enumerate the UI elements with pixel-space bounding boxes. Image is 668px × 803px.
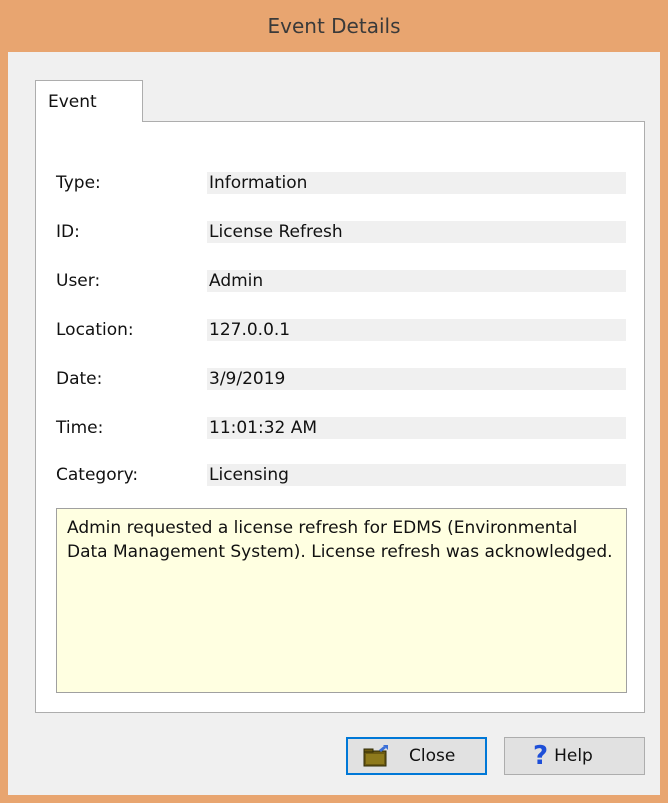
user-label: User:: [56, 271, 101, 291]
category-label: Category:: [56, 465, 139, 485]
field-row-id: ID: License Refresh: [36, 220, 644, 244]
field-row-type: Type: Information: [36, 171, 644, 195]
field-row-category: Category: Licensing: [36, 463, 644, 487]
tab-event[interactable]: Event: [35, 80, 143, 122]
title-bar[interactable]: Event Details: [0, 0, 668, 52]
help-button[interactable]: ? Help: [504, 737, 645, 775]
close-button[interactable]: Close: [346, 737, 487, 775]
user-value: Admin: [207, 270, 626, 292]
dialog-client-area: Event Type: Information ID: License Refr…: [8, 52, 660, 795]
date-value: 3/9/2019: [207, 368, 626, 390]
help-button-label: Help: [554, 746, 593, 766]
event-details-window: Event Details Event Type: Information ID…: [0, 0, 668, 803]
time-label: Time:: [56, 418, 104, 438]
location-value: 127.0.0.1: [207, 319, 626, 341]
field-row-time: Time: 11:01:32 AM: [36, 416, 644, 440]
close-button-label: Close: [409, 746, 456, 766]
field-row-date: Date: 3/9/2019: [36, 367, 644, 391]
window-title: Event Details: [267, 14, 401, 38]
time-value: 11:01:32 AM: [207, 417, 626, 439]
tab-event-label: Event: [48, 91, 97, 112]
event-tab-page: Type: Information ID: License Refresh Us…: [35, 121, 645, 713]
type-value: Information: [207, 172, 626, 194]
id-value: License Refresh: [207, 221, 626, 243]
id-label: ID:: [56, 222, 80, 242]
location-label: Location:: [56, 320, 134, 340]
type-label: Type:: [56, 173, 101, 193]
field-row-user: User: Admin: [36, 269, 644, 293]
date-label: Date:: [56, 369, 103, 389]
question-mark-icon: ?: [533, 741, 549, 771]
folder-close-icon: [363, 745, 389, 767]
category-value: Licensing: [207, 464, 626, 486]
description-textbox[interactable]: Admin requested a license refresh for ED…: [56, 508, 627, 693]
field-row-location: Location: 127.0.0.1: [36, 318, 644, 342]
